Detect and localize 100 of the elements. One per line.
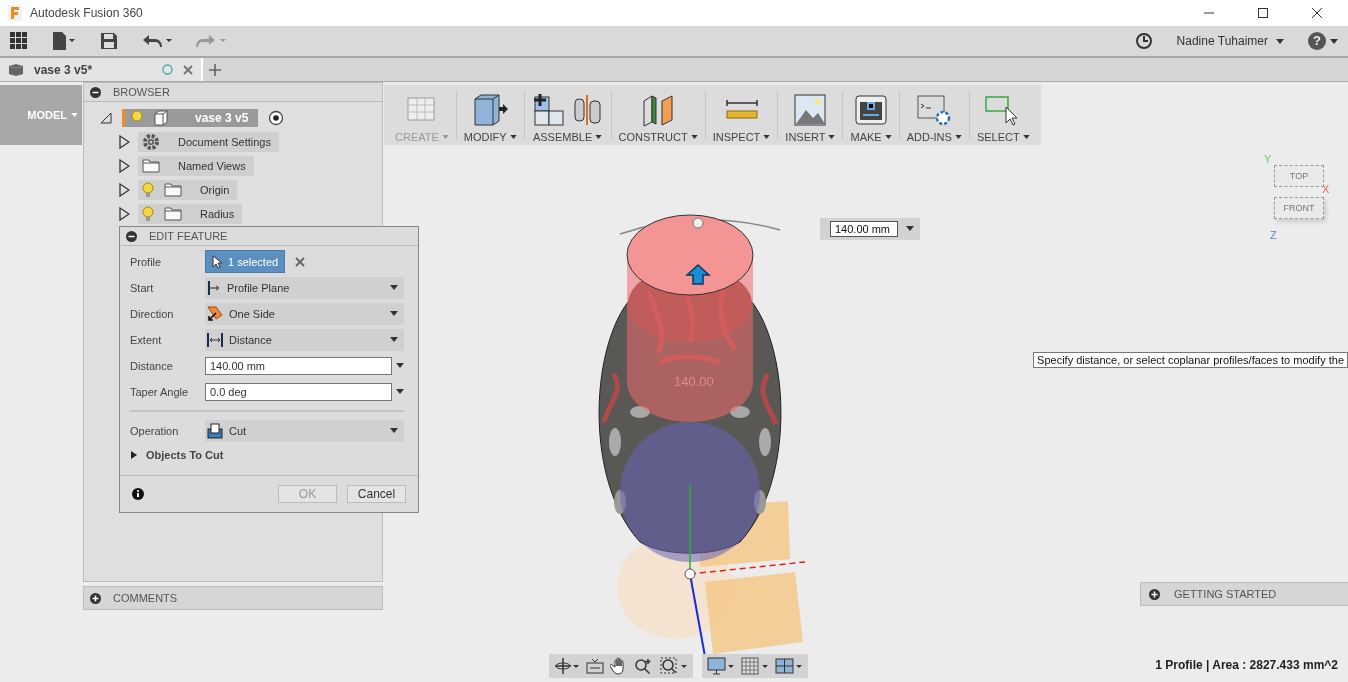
collapsed-triangle-icon[interactable]	[118, 207, 130, 221]
caret-icon	[954, 135, 962, 139]
display-monitor-icon[interactable]	[707, 657, 735, 675]
caret-icon	[441, 135, 449, 139]
active-radio-icon[interactable]	[268, 110, 285, 126]
dropdown-field[interactable]: One Side	[205, 302, 404, 325]
printer-3d-icon[interactable]	[854, 93, 889, 127]
objects-to-cut-toggle[interactable]: Objects To Cut	[130, 445, 224, 461]
caret-icon[interactable]	[390, 311, 398, 316]
expanded-triangle-icon[interactable]	[100, 112, 112, 124]
input-field[interactable]: 140.00 mm	[205, 356, 392, 375]
zoom-window-icon[interactable]	[660, 657, 688, 675]
caret-icon[interactable]	[390, 337, 398, 342]
sync-status-icon	[162, 64, 173, 75]
app-grid-icon[interactable]	[10, 32, 28, 50]
look-at-icon[interactable]	[586, 657, 604, 675]
ribbon-menu[interactable]: ASSEMBLE	[532, 131, 603, 143]
undo-icon[interactable]	[142, 32, 172, 50]
collapsed-triangle-icon[interactable]	[118, 183, 130, 197]
grid-icon[interactable]	[741, 657, 769, 675]
dimension-input-field[interactable]: 140.00 mm	[820, 218, 920, 240]
file-icon[interactable]	[52, 32, 76, 50]
field-label: Operation	[130, 424, 180, 437]
close-tab-icon[interactable]	[183, 64, 193, 75]
zoom-icon[interactable]	[634, 657, 654, 675]
dropdown-field[interactable]: Profile Plane	[205, 276, 404, 299]
folder-icon	[164, 207, 182, 221]
collapse-icon[interactable]	[90, 86, 101, 98]
caret-icon[interactable]	[396, 389, 404, 394]
cut-operation-icon	[207, 422, 223, 439]
dialog-title: EDIT FEATURE	[149, 230, 228, 242]
input-field[interactable]: 0.0 deg	[205, 382, 392, 401]
collapsed-triangle-icon	[130, 451, 138, 459]
caret-icon	[595, 135, 603, 139]
document-tab[interactable]: vase 3 v5*	[0, 58, 203, 81]
image-icon[interactable]	[793, 93, 828, 127]
caret-icon[interactable]	[906, 226, 914, 232]
maximize-icon[interactable]	[1258, 8, 1268, 18]
caret-icon	[1330, 38, 1338, 44]
info-icon[interactable]	[132, 488, 144, 500]
axis-label: Y	[1264, 153, 1272, 165]
expand-icon[interactable]	[90, 592, 101, 604]
close-icon[interactable]	[1312, 8, 1322, 18]
field-label: Start	[130, 281, 155, 294]
distance-icon	[207, 331, 223, 348]
collapsed-triangle-icon[interactable]	[118, 159, 130, 173]
tree-item[interactable]: Named Views	[138, 156, 254, 176]
tree-item[interactable]: Radius	[138, 204, 243, 224]
dropdown-field[interactable]: Distance	[205, 328, 404, 351]
joint-icon[interactable]	[571, 93, 604, 127]
caret-icon[interactable]	[390, 285, 398, 290]
tree-item[interactable]: Document Settings	[138, 132, 279, 152]
orbit-icon[interactable]	[554, 657, 580, 675]
manipulator-arrow[interactable]	[685, 264, 711, 285]
ribbon-menu[interactable]: ADD-INS	[906, 131, 962, 143]
app-logo-icon	[8, 5, 22, 21]
profile-plane-icon	[207, 279, 221, 296]
script-gear-icon[interactable]	[916, 93, 953, 127]
cube-face-label[interactable]: FRONT	[1274, 197, 1324, 219]
history-icon[interactable]	[1134, 32, 1153, 50]
status-text: 1 Profile | Area : 2827.433 mm^2	[1155, 658, 1338, 672]
folder-icon	[164, 183, 182, 197]
cube-icon	[8, 62, 24, 77]
viewports-icon[interactable]	[775, 657, 803, 675]
user-menu[interactable]: Nadine Tuhaimer	[1176, 34, 1284, 48]
ribbon-menu[interactable]: SELECT	[976, 131, 1030, 143]
expand-icon[interactable]	[1149, 588, 1160, 600]
ribbon-menu[interactable]: MAKE	[850, 131, 892, 143]
new-component-icon[interactable]	[531, 93, 566, 127]
collapse-icon[interactable]	[126, 230, 137, 242]
field-label: Extent	[130, 333, 163, 346]
field-label: Profile	[130, 255, 163, 268]
field-label: Direction	[130, 307, 175, 320]
new-tab-icon[interactable]	[209, 63, 221, 76]
field-label: Distance	[130, 359, 174, 372]
collapsed-triangle-icon[interactable]	[118, 135, 130, 149]
ribbon-menu[interactable]: CONSTRUCT	[618, 131, 698, 143]
ribbon-menu[interactable]: INSERT	[785, 131, 836, 143]
settings-icon	[142, 133, 160, 151]
dropdown-field[interactable]: Cut	[205, 419, 404, 442]
panel-title: GETTING STARTED	[1174, 588, 1277, 600]
cursor-icon	[212, 254, 222, 269]
caret-icon	[884, 135, 892, 139]
comments-panel[interactable]: COMMENTS	[83, 586, 383, 610]
clear-icon[interactable]	[295, 256, 306, 267]
getting-started-panel[interactable]: GETTING STARTED	[1140, 582, 1348, 606]
caret-icon	[1276, 38, 1284, 44]
caret-icon[interactable]	[390, 428, 398, 433]
ribbon-menu[interactable]: INSPECT	[712, 131, 771, 143]
component-icon	[153, 110, 169, 126]
axis-label: Z	[1270, 229, 1277, 241]
caret-icon[interactable]	[396, 363, 404, 368]
tree-item[interactable]: Origin	[138, 180, 238, 200]
cancel-button[interactable]: Cancel	[347, 485, 406, 503]
save-icon[interactable]	[100, 32, 118, 50]
press-pull-icon[interactable]	[471, 93, 510, 127]
cube-face-label[interactable]: TOP	[1274, 165, 1324, 187]
ribbon-menu[interactable]: MODIFY	[463, 131, 517, 143]
handle-icon[interactable]	[692, 217, 704, 229]
panel-title: COMMENTS	[113, 592, 178, 604]
